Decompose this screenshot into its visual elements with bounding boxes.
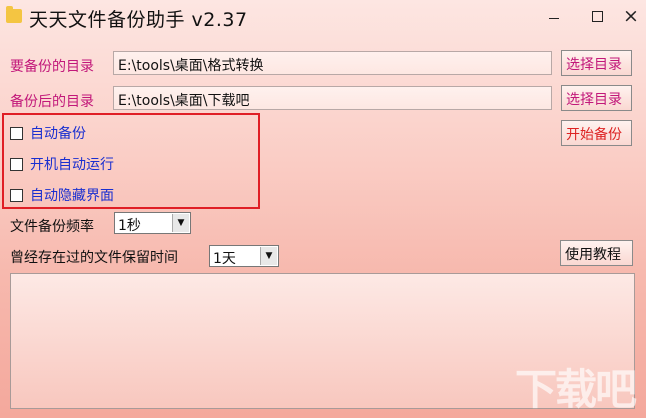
- retention-value: 1天: [213, 251, 236, 267]
- run-on-startup-label: 开机自动运行: [30, 157, 114, 173]
- dropdown-arrow-icon[interactable]: ▼: [260, 247, 277, 265]
- source-dir-input[interactable]: E:\tools\桌面\格式转换: [113, 51, 552, 75]
- minimize-icon: [549, 17, 559, 19]
- watermark-logo: 下载吧: [515, 365, 637, 414]
- choose-source-dir-button[interactable]: 选择目录: [561, 50, 632, 76]
- frequency-label: 文件备份频率: [10, 219, 94, 235]
- app-window: 天天文件备份助手 v2.37 × 要备份的目录 E:\tools\桌面\格式转换…: [0, 0, 646, 418]
- auto-hide-label: 自动隐藏界面: [30, 188, 114, 204]
- frequency-select[interactable]: 1秒 ▼: [114, 212, 191, 234]
- backup-dir-input[interactable]: E:\tools\桌面\下载吧: [113, 86, 552, 110]
- retention-select[interactable]: 1天 ▼: [209, 245, 279, 267]
- minimize-button[interactable]: [540, 3, 568, 29]
- title-bar[interactable]: 天天文件备份助手 v2.37 ×: [0, 0, 646, 34]
- run-on-startup-checkbox[interactable]: 开机自动运行: [10, 154, 114, 174]
- frequency-value: 1秒: [118, 218, 141, 234]
- checkbox-box[interactable]: [10, 126, 23, 140]
- backup-dir-label: 备份后的目录: [10, 94, 94, 110]
- auto-backup-checkbox[interactable]: 自动备份: [10, 123, 86, 143]
- start-backup-button[interactable]: 开始备份: [561, 120, 632, 146]
- window-title: 天天文件备份助手 v2.37: [29, 9, 248, 31]
- auto-backup-label: 自动备份: [30, 126, 86, 142]
- checkbox-box[interactable]: [10, 157, 23, 171]
- folder-icon: [6, 6, 22, 23]
- dropdown-arrow-icon[interactable]: ▼: [172, 214, 189, 232]
- tutorial-button[interactable]: 使用教程: [560, 240, 633, 266]
- close-button[interactable]: ×: [617, 3, 645, 29]
- maximize-icon: [591, 10, 603, 22]
- retention-label: 曾经存在过的文件保留时间: [10, 250, 178, 266]
- checkbox-box[interactable]: [10, 188, 23, 202]
- maximize-button[interactable]: [583, 3, 611, 29]
- source-dir-label: 要备份的目录: [10, 59, 94, 75]
- choose-backup-dir-button[interactable]: 选择目录: [561, 85, 632, 111]
- auto-hide-checkbox[interactable]: 自动隐藏界面: [10, 185, 114, 205]
